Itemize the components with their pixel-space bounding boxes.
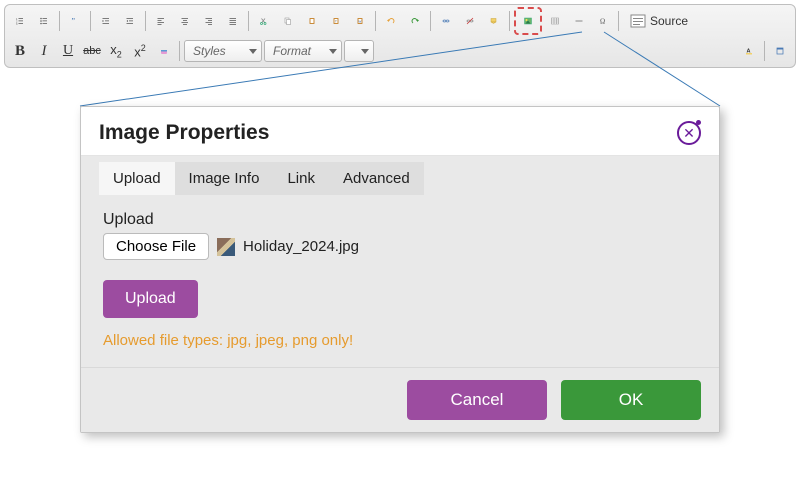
dialog-title: Image Properties	[99, 121, 269, 145]
link-button[interactable]	[435, 10, 457, 32]
horizontal-rule-button[interactable]	[568, 10, 590, 32]
separator	[90, 11, 91, 31]
svg-text:W: W	[359, 20, 362, 24]
paste-word-button[interactable]: W	[349, 10, 371, 32]
styles-dropdown[interactable]: Styles	[184, 40, 262, 62]
maximize-button[interactable]	[769, 40, 791, 62]
separator	[145, 11, 146, 31]
separator	[764, 41, 765, 61]
font-dropdown[interactable]	[344, 40, 374, 62]
italic-button[interactable]: I	[33, 40, 55, 62]
tab-upload[interactable]: Upload	[99, 162, 175, 195]
remove-format-button[interactable]	[153, 40, 175, 62]
svg-text:Ω: Ω	[600, 18, 605, 26]
svg-text:3: 3	[16, 23, 18, 26]
separator	[509, 11, 510, 31]
numbered-list-button[interactable]: 123	[9, 10, 31, 32]
dialog-tabs: Upload Image Info Link Advanced	[99, 156, 701, 195]
editor-toolbar: 123 ” T W Ω Source	[4, 4, 796, 68]
format-dropdown[interactable]: Format	[264, 40, 342, 62]
dialog-footer: Cancel OK	[81, 367, 719, 432]
tab-advanced[interactable]: Advanced	[329, 162, 424, 195]
bullet-list-button[interactable]	[33, 10, 55, 32]
align-left-button[interactable]	[150, 10, 172, 32]
tab-link[interactable]: Link	[273, 162, 329, 195]
file-thumbnail-icon	[217, 238, 235, 256]
ok-button[interactable]: OK	[561, 380, 701, 420]
tab-content-upload: Upload Choose File Holiday_2024.jpg Uplo…	[99, 195, 701, 353]
text-color-button[interactable]: A	[738, 40, 760, 62]
undo-button[interactable]	[380, 10, 402, 32]
image-button-highlight	[514, 7, 542, 35]
file-name: Holiday_2024.jpg	[243, 238, 359, 255]
special-char-button[interactable]: Ω	[592, 10, 614, 32]
indent-button[interactable]	[119, 10, 141, 32]
subscript-button[interactable]: x2	[105, 40, 127, 62]
copy-button[interactable]	[277, 10, 299, 32]
upload-button[interactable]: Upload	[103, 280, 198, 318]
redo-button[interactable]	[404, 10, 426, 32]
close-button[interactable]: ✕	[677, 121, 701, 145]
underline-button[interactable]: U	[57, 40, 79, 62]
separator	[248, 11, 249, 31]
source-button[interactable]: Source	[623, 10, 695, 32]
format-label: Format	[273, 44, 311, 58]
choose-file-button[interactable]: Choose File	[103, 233, 209, 260]
dialog-body: Upload Image Info Link Advanced Upload C…	[81, 156, 719, 367]
close-icon: ✕	[683, 125, 695, 142]
strikethrough-button[interactable]: abc	[81, 40, 103, 62]
cancel-button[interactable]: Cancel	[407, 380, 547, 420]
table-button[interactable]	[544, 10, 566, 32]
paste-text-button[interactable]: T	[325, 10, 347, 32]
outdent-button[interactable]	[95, 10, 117, 32]
separator	[618, 11, 619, 31]
blockquote-button[interactable]: ”	[64, 10, 86, 32]
unlink-button[interactable]	[459, 10, 481, 32]
separator	[375, 11, 376, 31]
svg-text:T: T	[335, 20, 337, 24]
superscript-button[interactable]: x2	[129, 40, 151, 62]
cut-button[interactable]	[253, 10, 275, 32]
chevron-down-icon	[361, 49, 369, 54]
chevron-down-icon	[329, 49, 337, 54]
styles-label: Styles	[193, 44, 226, 58]
separator	[430, 11, 431, 31]
separator	[59, 11, 60, 31]
allowed-file-types: Allowed file types: jpg, jpeg, png only!	[103, 332, 697, 349]
toolbar-row-2: B I U abc x2 x2 Styles Format A	[9, 37, 791, 65]
align-right-button[interactable]	[198, 10, 220, 32]
image-properties-dialog: Image Properties ✕ Upload Image Info Lin…	[80, 106, 720, 433]
tab-image-info[interactable]: Image Info	[175, 162, 274, 195]
svg-text:”: ”	[72, 17, 76, 26]
separator	[179, 41, 180, 61]
dialog-header: Image Properties ✕	[81, 107, 719, 155]
upload-section-label: Upload	[103, 211, 697, 229]
image-button[interactable]	[517, 10, 539, 32]
bold-button[interactable]: B	[9, 40, 31, 62]
font-label	[353, 44, 356, 58]
paste-button[interactable]	[301, 10, 323, 32]
align-justify-button[interactable]	[222, 10, 244, 32]
toolbar-row-1: 123 ” T W Ω Source	[9, 7, 791, 35]
file-row: Choose File Holiday_2024.jpg	[103, 233, 697, 260]
chevron-down-icon	[249, 49, 257, 54]
align-center-button[interactable]	[174, 10, 196, 32]
source-label: Source	[650, 14, 688, 28]
anchor-button[interactable]	[483, 10, 505, 32]
